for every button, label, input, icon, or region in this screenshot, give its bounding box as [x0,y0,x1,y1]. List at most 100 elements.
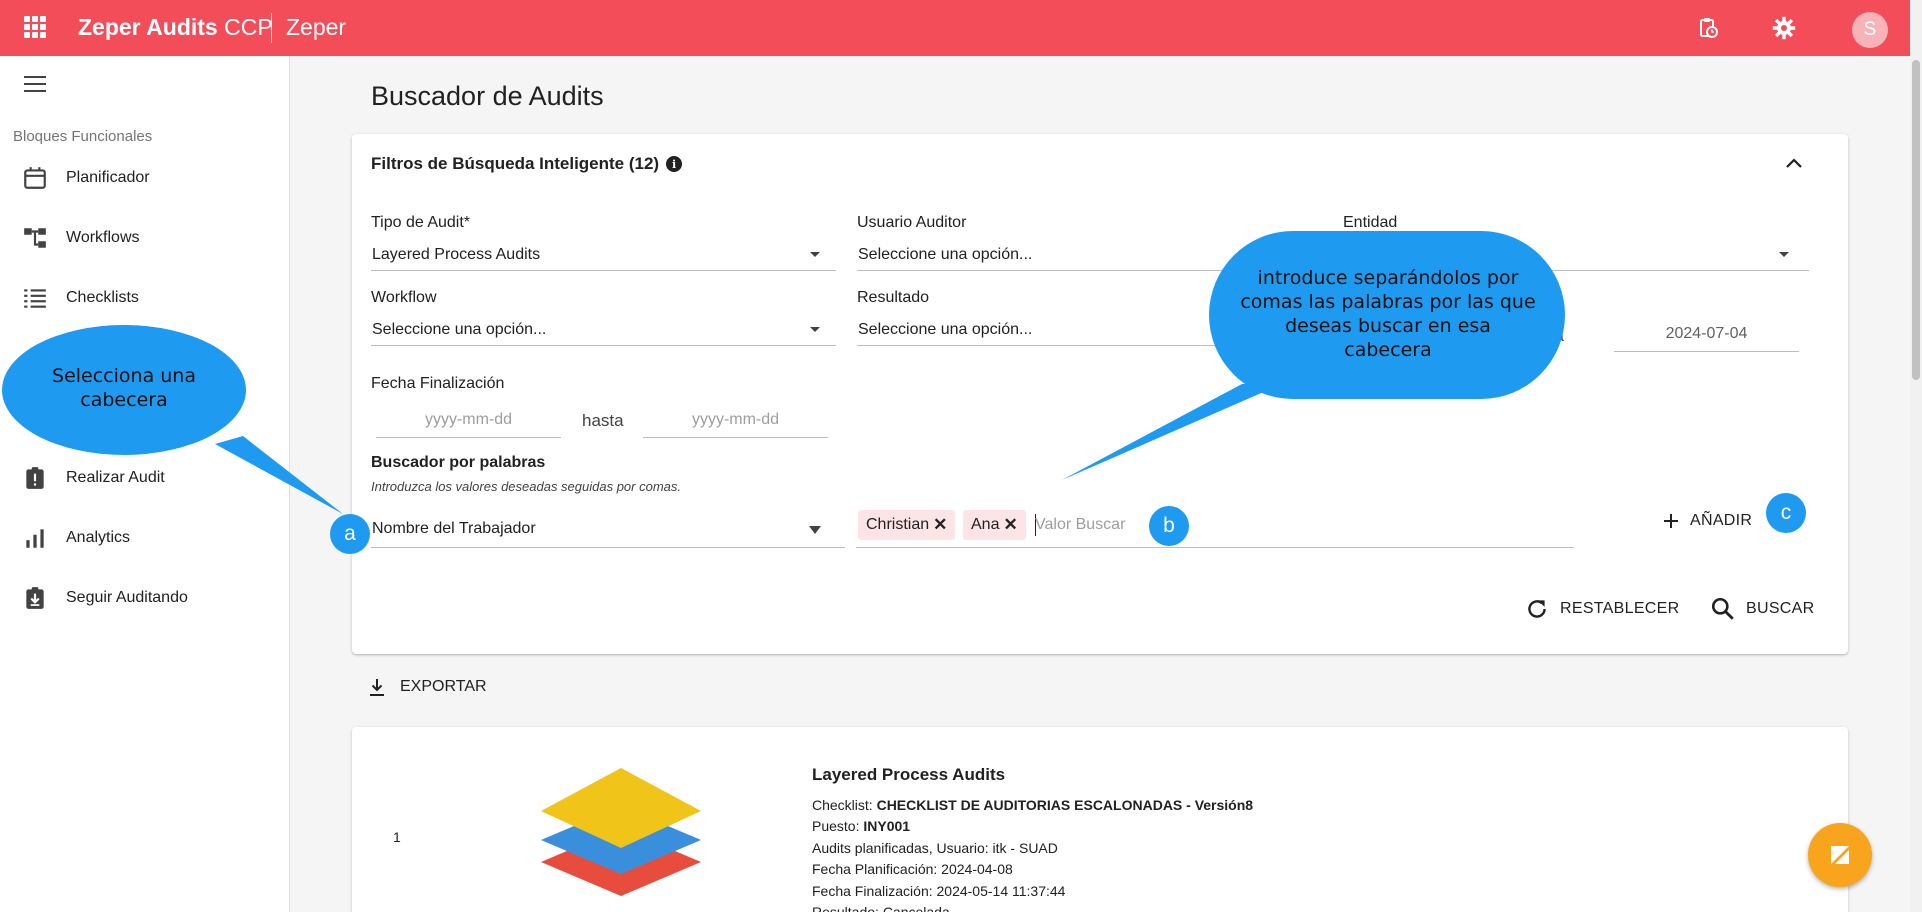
feedback-fab[interactable] [1808,823,1872,887]
annotation-badge-a: a [330,514,370,554]
add-button[interactable]: AÑADIR [1662,512,1752,530]
info-icon[interactable]: i [666,156,683,172]
page-title: Buscador de Audits [371,81,604,111]
result-title: Layered Process Audits [812,765,1006,784]
fin-from-date-input[interactable]: yyyy-mm-dd [376,402,561,438]
keyword-chip: Ana ✕ [963,510,1026,540]
keyword-placeholder: Valor Buscar [1035,516,1126,533]
search-button-label: BUSCAR [1746,600,1815,617]
app-title-bold: Zeper Audits [78,14,218,40]
sidebar-item-label: Checklists [66,289,139,306]
keyword-header-select[interactable]: Nombre del Trabajador [371,510,845,548]
close-icon[interactable]: ✕ [1003,515,1017,535]
sidebar-item-checklists[interactable]: Checklists [0,276,290,320]
fin-hasta-label: hasta [582,411,624,430]
result-status: Resultado: Cancelada [812,904,950,912]
reset-button[interactable]: RESTABLECER [1524,596,1679,622]
tipo-audit-select[interactable]: Layered Process Audits [371,239,836,271]
workflow-select[interactable]: Seleccione una opción... [371,314,836,346]
workflow-icon [24,228,46,248]
puesto-label: Puesto: [812,818,860,834]
workflow-label: Workflow [371,289,437,306]
title-divider [271,13,272,43]
sidebar-item-analytics[interactable]: Analytics [0,516,290,560]
checklist-label: Checklist: [812,797,873,813]
export-button[interactable]: EXPORTAR [368,677,487,697]
plan-to-date-input[interactable]: 2024-07-04 [1614,316,1799,352]
bar-chart-icon [26,529,44,548]
sidebar-section-title: Bloques Funcionales [13,128,153,145]
plan-hasta-label: hasta [1536,326,1564,345]
checklist-value: CHECKLIST DE AUDITORIAS ESCALONADAS - Ve… [876,797,1254,813]
refresh-icon [1528,600,1546,618]
apps-grid-icon[interactable] [24,16,46,38]
page-scrollbar[interactable] [1910,0,1922,912]
gear-icon[interactable] [1772,16,1796,40]
chip-label: Ana [971,516,1000,533]
clipboard-clock-icon[interactable] [1696,16,1720,40]
tipo-audit-value: Layered Process Audits [372,245,541,263]
fin-to-date-input[interactable]: yyyy-mm-dd [643,402,828,438]
sidebar: Bloques Funcionales Planificador Workflo… [0,56,290,912]
result-checklist: Checklist: CHECKLIST DE AUDITORIAS ESCAL… [812,797,1253,813]
sidebar-item-label: Planificador [66,169,150,186]
sidebar-item-label: Analytics [66,529,131,546]
search-button[interactable]: BUSCAR [1710,596,1814,622]
app-title: Zeper Audits CCP [78,14,273,41]
keyword-chip: Christian ✕ [858,510,956,540]
top-app-bar: Zeper Audits CCP Zeper S [0,0,1910,56]
result-fin-date: Fecha Finalización: 2024-05-14 11:37:44 [812,883,1066,899]
resultado-value: Seleccione una opción... [858,320,1033,338]
plus-icon [1664,514,1678,528]
chevron-down-icon [810,252,820,257]
puesto-value: INY001 [863,818,911,834]
entidad-label: Entidad [1343,214,1398,231]
keyword-hint: Introduzca los valores deseadas seguidas… [371,479,682,494]
workflow-value: Seleccione una opción... [372,320,547,338]
annotation-badge-b: b [1149,506,1189,546]
layered-process-logo [541,768,701,896]
close-icon[interactable]: ✕ [933,515,947,535]
hamburger-menu-icon[interactable] [24,76,46,92]
keyword-header-value: Nombre del Trabajador [372,519,536,537]
sidebar-item-realizar-audit[interactable]: Realizar Audit [0,456,290,500]
left-callout-text: Selecciona una cabecera [52,365,196,411]
filters-header[interactable]: Filtros de Búsqueda Inteligente (12) i [371,154,683,174]
result-index: 1 [393,829,401,845]
add-button-label: AÑADIR [1690,512,1753,529]
usuario-auditor-label: Usuario Auditor [857,214,967,231]
download-icon [370,679,384,696]
org-name: Zeper [286,14,347,40]
chevron-down-icon [809,526,821,534]
right-callout-text: introduce separándolos por comas las pal… [1240,267,1536,361]
chevron-down-icon [810,327,820,332]
chevron-down-icon [1779,252,1789,257]
keyword-search-label: Buscador por palabras [371,454,546,471]
fecha-finalizacion-label: Fecha Finalización [371,375,505,392]
resultado-label: Resultado [857,289,930,306]
calendar-icon [24,167,46,189]
clipboard-alert-icon [26,467,44,489]
sidebar-item-workflows[interactable]: Workflows [0,216,290,260]
result-planned: Audits planificadas, Usuario: itk - SUAD [812,840,1058,856]
checklist-icon [24,289,46,308]
chevron-up-icon[interactable] [1784,156,1804,170]
annotation-badge-c: c [1766,493,1806,533]
usuario-auditor-value: Seleccione una opción... [858,245,1033,263]
sidebar-item-planificador[interactable]: Planificador [0,156,290,200]
scrollbar-thumb[interactable] [1912,60,1920,380]
edit-note-icon [1831,846,1849,864]
chip-label: Christian [866,516,930,533]
app-title-light: CCP [224,14,273,40]
user-avatar[interactable]: S [1852,12,1888,48]
search-icon [1711,597,1734,620]
result-puesto: Puesto: INY001 [812,818,910,834]
clipboard-download-icon [26,587,44,609]
sidebar-item-label: Realizar Audit [66,469,165,486]
export-label: EXPORTAR [400,678,487,695]
sidebar-item-seguir-auditando[interactable]: Seguir Auditando [0,576,290,620]
filters-title: Filtros de Búsqueda Inteligente (12) [371,154,660,173]
result-plan-date: Fecha Planificación: 2024-04-08 [812,861,1013,877]
sidebar-item-label: Seguir Auditando [66,589,188,606]
tipo-audit-label: Tipo de Audit* [371,214,471,231]
